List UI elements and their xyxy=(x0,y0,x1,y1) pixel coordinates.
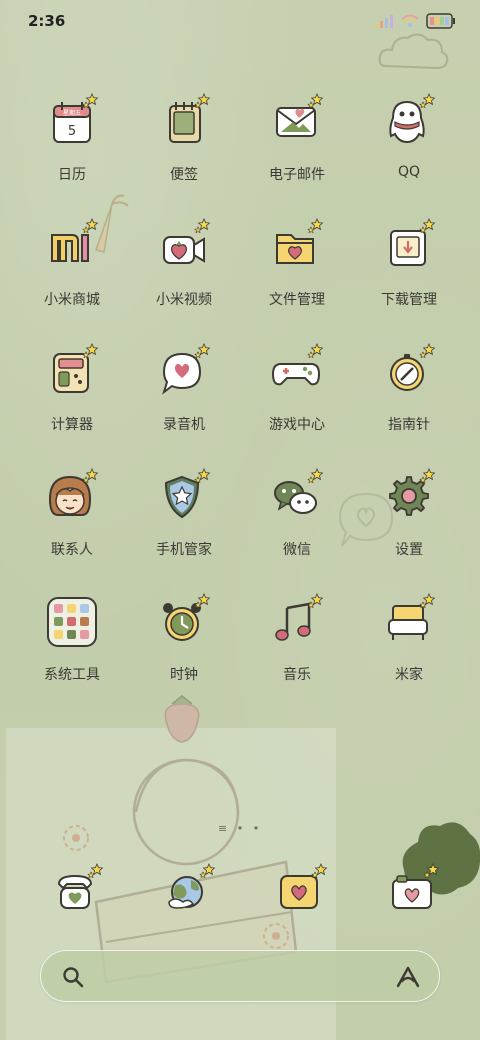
dock-messages[interactable] xyxy=(271,862,331,922)
app-mi-store[interactable]: 小米商城 xyxy=(17,217,127,327)
search-icon[interactable] xyxy=(61,965,85,989)
flower-doodle-left xyxy=(63,825,89,851)
app-label: QQ xyxy=(397,164,421,180)
app-compass[interactable]: 指南针 xyxy=(354,342,464,452)
calendar-icon: 星期五 5 xyxy=(53,93,99,143)
app-email[interactable]: 电子邮件 xyxy=(242,92,352,202)
app-label: 系统工具 xyxy=(44,667,100,683)
app-game-center[interactable]: 游戏中心 xyxy=(242,342,352,452)
app-label: 电子邮件 xyxy=(269,167,325,183)
app-music[interactable]: 音乐 xyxy=(242,592,352,702)
armchair-icon xyxy=(388,593,436,640)
gamepad-icon xyxy=(271,343,324,386)
app-label: 手机管家 xyxy=(156,542,212,558)
globe-icon xyxy=(168,863,216,909)
qq-penguin-icon xyxy=(389,93,436,144)
app-security[interactable]: 手机管家 xyxy=(129,467,239,577)
signal-icon xyxy=(375,15,393,28)
app-calculator[interactable]: 计算器 xyxy=(17,342,127,452)
search-bar[interactable] xyxy=(40,950,440,1002)
wifi-icon xyxy=(401,14,419,27)
app-label: 指南针 xyxy=(388,417,430,433)
app-qq[interactable]: QQ xyxy=(354,92,464,202)
message-heart-icon xyxy=(280,863,328,909)
calendar-day: 5 xyxy=(68,124,76,139)
app-recorder[interactable]: 录音机 xyxy=(129,342,239,452)
app-download-manager[interactable]: 下载管理 xyxy=(354,217,464,327)
app-system-tools[interactable]: 系统工具 xyxy=(17,592,127,702)
app-file-manager[interactable]: 文件管理 xyxy=(242,217,352,327)
app-label: 下载管理 xyxy=(381,292,437,308)
app-label: 时钟 xyxy=(170,667,198,683)
folder-grid-icon xyxy=(47,597,97,647)
music-note-icon xyxy=(275,593,324,641)
gear-icon xyxy=(389,468,436,516)
girl-face-icon xyxy=(48,468,99,516)
page-indicator[interactable]: ≡ • • xyxy=(218,822,262,835)
camera-icon xyxy=(392,863,440,909)
battery-icon xyxy=(426,13,455,29)
download-icon xyxy=(390,218,436,266)
status-clock: 2:36 xyxy=(28,12,66,30)
app-clock[interactable]: 时钟 xyxy=(129,592,239,702)
app-label: 游戏中心 xyxy=(269,417,325,433)
notes-icon xyxy=(169,93,211,143)
folder-icon xyxy=(276,218,324,264)
dock-browser[interactable] xyxy=(159,862,219,922)
app-label: 便签 xyxy=(170,167,198,183)
compass-icon xyxy=(390,343,436,391)
app-contacts[interactable]: 联系人 xyxy=(17,467,127,577)
flower-doodle-right xyxy=(263,923,289,949)
shield-star-icon xyxy=(164,468,211,519)
app-mi-home[interactable]: 米家 xyxy=(354,592,464,702)
app-settings[interactable]: 设置 xyxy=(354,467,464,577)
speech-bubble-heart-icon xyxy=(162,343,211,395)
app-calendar[interactable]: 星期五 5 日历 xyxy=(17,92,127,202)
alarm-clock-icon xyxy=(163,593,211,641)
app-label: 音乐 xyxy=(283,667,311,683)
telephone-icon xyxy=(57,863,104,909)
app-wechat[interactable]: 微信 xyxy=(242,467,352,577)
calendar-weekday: 星期五 xyxy=(63,109,81,117)
dock-phone[interactable] xyxy=(47,862,107,922)
app-notes[interactable]: 便签 xyxy=(129,92,239,202)
video-camera-icon xyxy=(163,218,211,264)
app-label: 小米视频 xyxy=(156,292,212,308)
calculator-icon xyxy=(53,343,99,393)
assistant-icon[interactable] xyxy=(395,965,421,989)
app-mi-video[interactable]: 小米视频 xyxy=(129,217,239,327)
app-label: 日历 xyxy=(58,167,86,183)
app-label: 联系人 xyxy=(51,542,93,558)
app-label: 设置 xyxy=(395,542,423,558)
app-label: 录音机 xyxy=(163,417,205,433)
app-label: 文件管理 xyxy=(269,292,325,308)
mi-store-icon xyxy=(51,218,99,262)
dock-camera[interactable] xyxy=(383,862,443,922)
app-label: 微信 xyxy=(283,542,311,558)
status-bar: 2:36 xyxy=(0,0,480,42)
app-label: 计算器 xyxy=(51,417,93,433)
app-label: 米家 xyxy=(395,667,423,683)
app-label: 小米商城 xyxy=(44,292,100,308)
email-icon xyxy=(276,93,324,137)
status-icons xyxy=(374,12,456,30)
wechat-icon xyxy=(274,468,324,514)
